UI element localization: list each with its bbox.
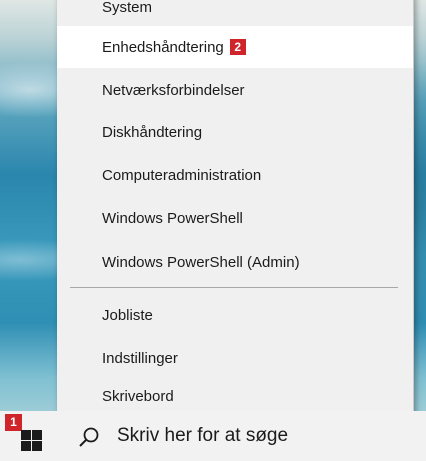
windows-logo-icon: [21, 430, 42, 451]
search-icon: [79, 427, 99, 447]
menu-item-label: Diskhåndtering: [102, 123, 203, 141]
menu-item-task-manager[interactable]: Jobliste: [57, 294, 413, 336]
menu-item-system[interactable]: System: [57, 0, 413, 28]
taskbar: 1 Skriv her for at søge: [0, 411, 426, 461]
menu-item-device-manager[interactable]: Enhedshåndtering 2: [57, 26, 413, 68]
menu-item-label: Jobliste: [102, 306, 153, 324]
menu-item-label: Skrivebord: [102, 387, 174, 405]
menu-item-label: Netværksforbindelser: [102, 81, 245, 99]
menu-item-label: Indstillinger: [102, 349, 178, 367]
menu-item-network-connections[interactable]: Netværksforbindelser: [57, 69, 413, 111]
search-placeholder: Skriv her for at søge: [117, 425, 289, 446]
taskbar-search-box[interactable]: Skriv her for at søge: [62, 411, 426, 461]
menu-item-disk-management[interactable]: Diskhåndtering: [57, 111, 413, 153]
quick-link-menu: System Enhedshåndtering 2 Netværksforbin…: [57, 0, 414, 430]
menu-separator: [70, 287, 398, 288]
menu-item-label: Windows PowerShell (Admin): [102, 253, 300, 271]
step-badge: 1: [5, 414, 22, 431]
menu-item-label: Windows PowerShell: [102, 209, 243, 227]
menu-item-windows-powershell[interactable]: Windows PowerShell: [57, 197, 413, 239]
menu-item-computer-management[interactable]: Computeradministration: [57, 154, 413, 196]
menu-item-label: Enhedshåndtering: [102, 38, 224, 56]
menu-item-settings[interactable]: Indstillinger: [57, 337, 413, 379]
start-button[interactable]: 1: [0, 411, 62, 461]
step-badge: 2: [229, 39, 246, 55]
menu-item-windows-powershell-admin[interactable]: Windows PowerShell (Admin): [57, 241, 413, 283]
menu-item-label: Computeradministration: [102, 166, 262, 184]
menu-item-label: System: [102, 0, 153, 16]
